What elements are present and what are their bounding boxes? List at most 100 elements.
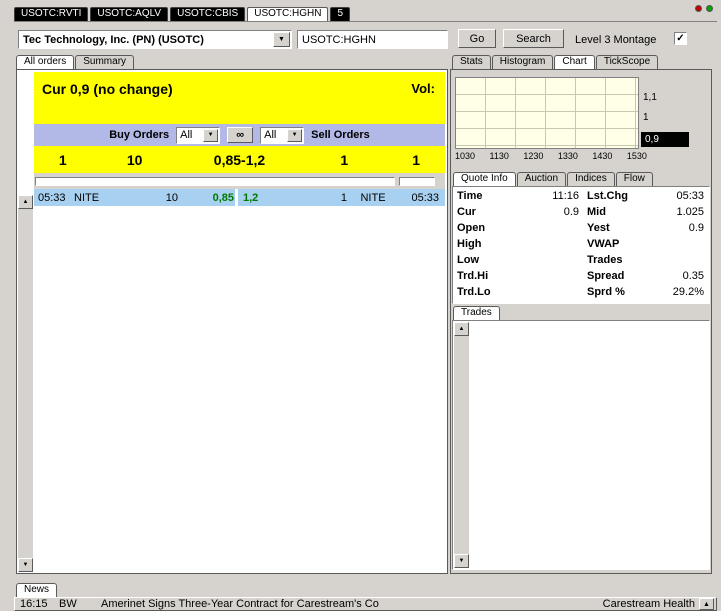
quote-label: Mid <box>587 206 606 218</box>
window-tab-aqlv[interactable]: USOTC:AQLV <box>90 7 169 21</box>
window-tab-5[interactable]: 5 <box>330 7 351 21</box>
book-totals-row: 1 10 0,85-1,2 1 1 <box>34 146 445 173</box>
ask-time: 05:33 <box>411 191 439 204</box>
last-price-marker: 0,9 <box>641 132 689 147</box>
trading-terminal: { "window": { "tabs": [ { "label": "USOT… <box>0 0 721 611</box>
trades-list: ▲ ▼ <box>452 320 710 570</box>
x-tick: 1430 <box>592 151 613 161</box>
tab-trades[interactable]: Trades <box>453 306 500 320</box>
sell-filter-value: All <box>264 129 277 141</box>
company-select-value: Tec Technology, Inc. (PN) (USOTC) <box>23 33 204 46</box>
status-dot-green-icon <box>706 5 713 12</box>
tab-flow[interactable]: Flow <box>615 172 653 186</box>
quote-row: Cur 0.9 Mid 1.025 <box>453 204 709 220</box>
y-axis-label: 1 <box>643 112 649 123</box>
quote-value: 0.9 <box>563 206 579 218</box>
bid-ask-range: 0,85-1,2 <box>213 151 266 168</box>
go-button[interactable]: Go <box>458 29 496 48</box>
tab-summary[interactable]: Summary <box>75 55 135 69</box>
quote-row: High VWAP <box>453 236 709 252</box>
tab-chart[interactable]: Chart <box>554 55 595 69</box>
link-icon: ∞ <box>236 129 245 141</box>
x-tick: 1530 <box>626 151 647 161</box>
tab-tickscope[interactable]: TickScope <box>595 55 659 69</box>
orders-scrollbar[interactable]: ▲ ▼ <box>18 195 33 572</box>
trades-scrollbar[interactable]: ▲ ▼ <box>454 322 469 568</box>
sell-total-size: 1 <box>340 151 349 168</box>
tab-all-orders[interactable]: All orders <box>16 55 75 69</box>
bid-time: 05:33 <box>38 191 66 204</box>
montage-content: Cur 0,9 (no change) Vol: Buy Orders All … <box>34 72 445 571</box>
news-headline[interactable]: Amerinet Signs Three-Year Contract for C… <box>101 598 603 610</box>
symbol-input[interactable] <box>297 30 448 49</box>
buy-orders-label: Buy Orders <box>109 129 170 141</box>
order-book: 05:33 NITE 10 0,85 1,2 1 NITE 05:33 <box>34 189 445 571</box>
buy-filter-select[interactable]: All ▼ <box>176 126 221 144</box>
montage-tab-bar: All orders Summary <box>16 55 135 69</box>
sell-orders-label: Sell Orders <box>311 129 370 141</box>
link-filters-button[interactable]: ∞ <box>227 127 254 143</box>
buy-filter-value: All <box>180 129 193 141</box>
check-icon: ✓ <box>676 33 685 44</box>
x-axis-labels: 1030 1130 1230 1330 1430 1530 <box>455 151 647 161</box>
tab-auction[interactable]: Auction <box>516 172 567 186</box>
quote-label: Low <box>457 254 479 266</box>
quote-label: Trd.Lo <box>457 286 491 298</box>
news-tab-bar: News <box>16 583 58 597</box>
quote-label: Trd.Hi <box>457 270 489 282</box>
bid-price: 0,85 <box>212 191 234 204</box>
quote-label: Time <box>457 190 483 202</box>
bid-mmid: NITE <box>74 191 100 204</box>
tab-indices[interactable]: Indices <box>567 172 615 186</box>
order-row[interactable]: 05:33 NITE 10 0,85 1,2 1 NITE 05:33 <box>34 189 445 206</box>
quote-row: Trd.Lo Sprd % 29.2% <box>453 284 709 300</box>
quote-label: Spread <box>587 270 625 282</box>
quote-value: 11:16 <box>552 190 579 202</box>
quote-label: Sprd % <box>587 286 625 298</box>
order-filter-band: Buy Orders All ▼ ∞ All ▼ Sell Orders <box>34 124 445 146</box>
search-button[interactable]: Search <box>503 29 564 48</box>
company-select[interactable]: Tec Technology, Inc. (PN) (USOTC) ▼ <box>18 30 292 49</box>
news-scroll-up-icon[interactable]: ▲ <box>699 598 714 610</box>
quote-value: 0.9 <box>688 222 704 234</box>
volume-label: Vol: <box>411 81 435 96</box>
tab-strip-divider <box>14 21 717 22</box>
quote-label: Lst.Chg <box>587 190 628 202</box>
window-tab-rvti[interactable]: USOTC:RVTI <box>14 7 89 21</box>
tab-news[interactable]: News <box>16 583 58 597</box>
quote-row: Time 11:16 Lst.Chg 05:33 <box>453 188 709 204</box>
level3-montage-checkbox[interactable]: ✓ <box>674 32 687 45</box>
analysis-tab-bar: Stats Histogram Chart TickScope <box>452 55 659 69</box>
chevron-down-icon[interactable]: ▼ <box>287 128 303 142</box>
chevron-down-icon[interactable]: ▼ <box>273 32 290 47</box>
quote-value: 0.35 <box>682 270 704 282</box>
tab-stats[interactable]: Stats <box>452 55 491 69</box>
window-tab-cbis[interactable]: USOTC:CBIS <box>170 7 246 21</box>
quote-value: 1.025 <box>676 206 704 218</box>
ask-mmid: NITE <box>360 191 386 204</box>
quote-tab-bar: Quote Info Auction Indices Flow <box>453 172 653 186</box>
status-dots <box>695 5 713 12</box>
level3-montage-label: Level 3 Montage <box>575 34 657 46</box>
scroll-up-icon[interactable]: ▲ <box>454 322 469 336</box>
quote-row: Low Trades <box>453 252 709 268</box>
quote-label: VWAP <box>587 238 620 250</box>
quote-label: Yest <box>587 222 610 234</box>
analysis-panel: 1,1 1 0,9 1030 1130 1230 1330 1430 1530 … <box>450 69 712 574</box>
tab-histogram[interactable]: Histogram <box>491 55 554 69</box>
current-price-header: Cur 0,9 (no change) Vol: <box>34 72 445 124</box>
status-dot-red-icon <box>695 5 702 12</box>
quote-label: High <box>457 238 482 250</box>
scroll-down-icon[interactable]: ▼ <box>18 558 33 572</box>
sell-filter-select[interactable]: All ▼ <box>260 126 305 144</box>
tab-quote-info[interactable]: Quote Info <box>453 172 516 186</box>
scroll-up-icon[interactable]: ▲ <box>18 195 33 209</box>
buy-depth-bar <box>35 176 395 186</box>
current-price-text: Cur 0,9 (no change) <box>42 81 173 97</box>
chevron-down-icon[interactable]: ▼ <box>203 128 219 142</box>
ask-price: 1,2 <box>243 191 259 204</box>
window-tab-hghn[interactable]: USOTC:HGHN <box>247 7 329 21</box>
news-ticker[interactable]: 16:15 BW Amerinet Signs Three-Year Contr… <box>14 597 717 611</box>
bid-size: 10 <box>165 191 178 204</box>
scroll-down-icon[interactable]: ▼ <box>454 554 469 568</box>
